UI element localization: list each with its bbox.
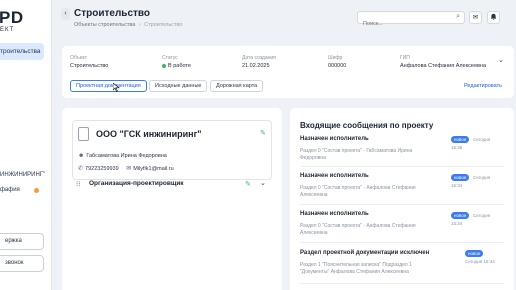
- sidebar-contractor-label[interactable]: ИНЖИНИРИНГ": [0, 172, 45, 178]
- email-value[interactable]: Milyfik1@mail.ru: [133, 166, 173, 172]
- status-text: В работе: [168, 63, 191, 69]
- search-input[interactable]: [358, 18, 448, 30]
- code-label: Шифр: [328, 55, 343, 61]
- drag-handle-icon[interactable]: ⁝⁝: [76, 180, 80, 188]
- object-value: Строительство: [70, 63, 109, 69]
- new-badge: новое: [451, 174, 470, 181]
- email-icon: ✉: [126, 166, 132, 172]
- message-title[interactable]: Назначен исполнитель: [300, 173, 369, 179]
- message-body: Раздел 0 "Состав проекта" - Анфалова Сте…: [300, 223, 416, 236]
- message-title[interactable]: Назначен исполнитель: [300, 136, 369, 142]
- divider: [300, 242, 504, 243]
- message-time: 15:34: [451, 183, 463, 188]
- company-logo-icon: [78, 127, 89, 141]
- created-date-label: Дата создания: [242, 55, 276, 61]
- divider: [300, 204, 504, 205]
- message-date: Сегодня: [473, 213, 491, 218]
- sidebar-item-construction[interactable]: троительства: [0, 43, 44, 60]
- mouse-cursor-icon: [113, 83, 120, 92]
- sidebar: PD ЕКТ троительства ИНЖИНИРИНГ" фафия ер…: [0, 0, 52, 290]
- divider: [300, 166, 504, 167]
- notification-dot: [34, 188, 39, 193]
- new-badge: новое: [451, 136, 470, 143]
- phone-value: 79223259939: [85, 166, 119, 172]
- support-button[interactable]: ержка: [0, 233, 44, 250]
- mail-button[interactable]: ✉: [469, 11, 482, 24]
- breadcrumb: Объекты строительства › Строительство: [74, 22, 182, 28]
- page-title: Строительство: [74, 8, 151, 19]
- org-type-row[interactable]: ⁝⁝ Организация-проектировщик ✎ ⌄: [72, 178, 272, 192]
- company-details: ООО "ГСК инжиниринг" ✎ ☻ Габсаматова Ирин…: [72, 120, 272, 180]
- message-date: Сегодня: [473, 137, 491, 142]
- message-date: Сегодня 15:34: [465, 259, 495, 264]
- search-icon[interactable]: ⌕: [456, 13, 460, 21]
- message-title[interactable]: Назначен исполнитель: [300, 211, 369, 217]
- tab-roadmap[interactable]: Дорожная карта: [210, 80, 264, 92]
- object-label: Объект: [70, 55, 88, 61]
- bell-icon: [490, 13, 497, 21]
- edit-org-icon[interactable]: ✎: [245, 180, 251, 188]
- person-icon: ☻: [78, 153, 85, 159]
- company-card: ООО "ГСК инжиниринг" ✎ ☻ Габсаматова Ирин…: [62, 108, 282, 290]
- notifications-button[interactable]: [487, 11, 500, 24]
- company-contact: ☻ Габсаматова Ирина Федоровна: [78, 153, 167, 159]
- new-badge: новое: [465, 250, 484, 257]
- edit-link[interactable]: Редактировать: [464, 83, 502, 89]
- tab-project-documentation[interactable]: Проектная документация: [70, 80, 147, 92]
- page-header: ‹ Строительство Объекты строительства › …: [52, 0, 516, 36]
- search-box: ⌕: [357, 11, 465, 30]
- app-logo: PD: [0, 8, 24, 27]
- message-body: Раздел 0 "Состав проекта" - Анфалова Сте…: [300, 185, 416, 198]
- message-time: 15:36: [451, 145, 463, 150]
- chief-engineer-label: ГИП: [400, 55, 410, 61]
- chief-engineer-value: Анфалова Стефания Алексеевна: [400, 63, 487, 69]
- app-logo-subtitle: ЕКТ: [0, 27, 15, 33]
- breadcrumb-current: Строительство: [144, 22, 183, 28]
- chevron-down-icon[interactable]: ⌄: [498, 56, 504, 64]
- message-body: Раздел 0 "Состав проекта" - Габсаматова …: [300, 148, 413, 161]
- created-date-value: 21.02.2025: [242, 63, 270, 69]
- contact-name: Габсаматова Ирина Федоровна: [86, 153, 167, 159]
- message-body: Раздел 1 "Пояснительная записка" Подразд…: [300, 262, 412, 275]
- chevron-down-icon[interactable]: ⌄: [260, 179, 266, 187]
- phone-icon: ✆: [78, 166, 84, 172]
- edit-company-icon[interactable]: ✎: [260, 129, 266, 137]
- company-phone-email: ✆ 79223259939 ✉ Milyfik1@mail.ru: [78, 165, 174, 172]
- divider: [300, 283, 504, 284]
- code-value: 000000: [328, 63, 347, 69]
- message-time: 15:34: [451, 221, 463, 226]
- company-name: ООО "ГСК инжиниринг": [96, 129, 202, 139]
- status-dot-icon: [162, 63, 166, 68]
- messages-panel: Входящие сообщения по проекту Назначен и…: [290, 108, 514, 290]
- message-date: Сегодня: [473, 175, 491, 180]
- new-badge: новое: [451, 212, 470, 219]
- status-label: Статус: [162, 55, 178, 61]
- sidebar-org-label[interactable]: фафия: [0, 187, 20, 193]
- call-button[interactable]: звонок: [0, 255, 44, 272]
- breadcrumb-separator: ›: [138, 22, 141, 28]
- org-type-label: Организация-проектировщик: [89, 180, 184, 187]
- back-button[interactable]: ‹: [61, 8, 70, 20]
- status-value: В работе: [162, 63, 191, 69]
- messages-title: Входящие сообщения по проекту: [300, 121, 434, 130]
- project-info-card: Объект Строительство Статус В работе Дат…: [62, 46, 514, 98]
- tab-source-data[interactable]: Исходные данные: [149, 80, 208, 92]
- message-title[interactable]: Раздел проектной документации исключен: [300, 250, 429, 256]
- mail-icon: ✉: [472, 14, 479, 21]
- breadcrumb-parent[interactable]: Объекты строительства: [74, 22, 135, 28]
